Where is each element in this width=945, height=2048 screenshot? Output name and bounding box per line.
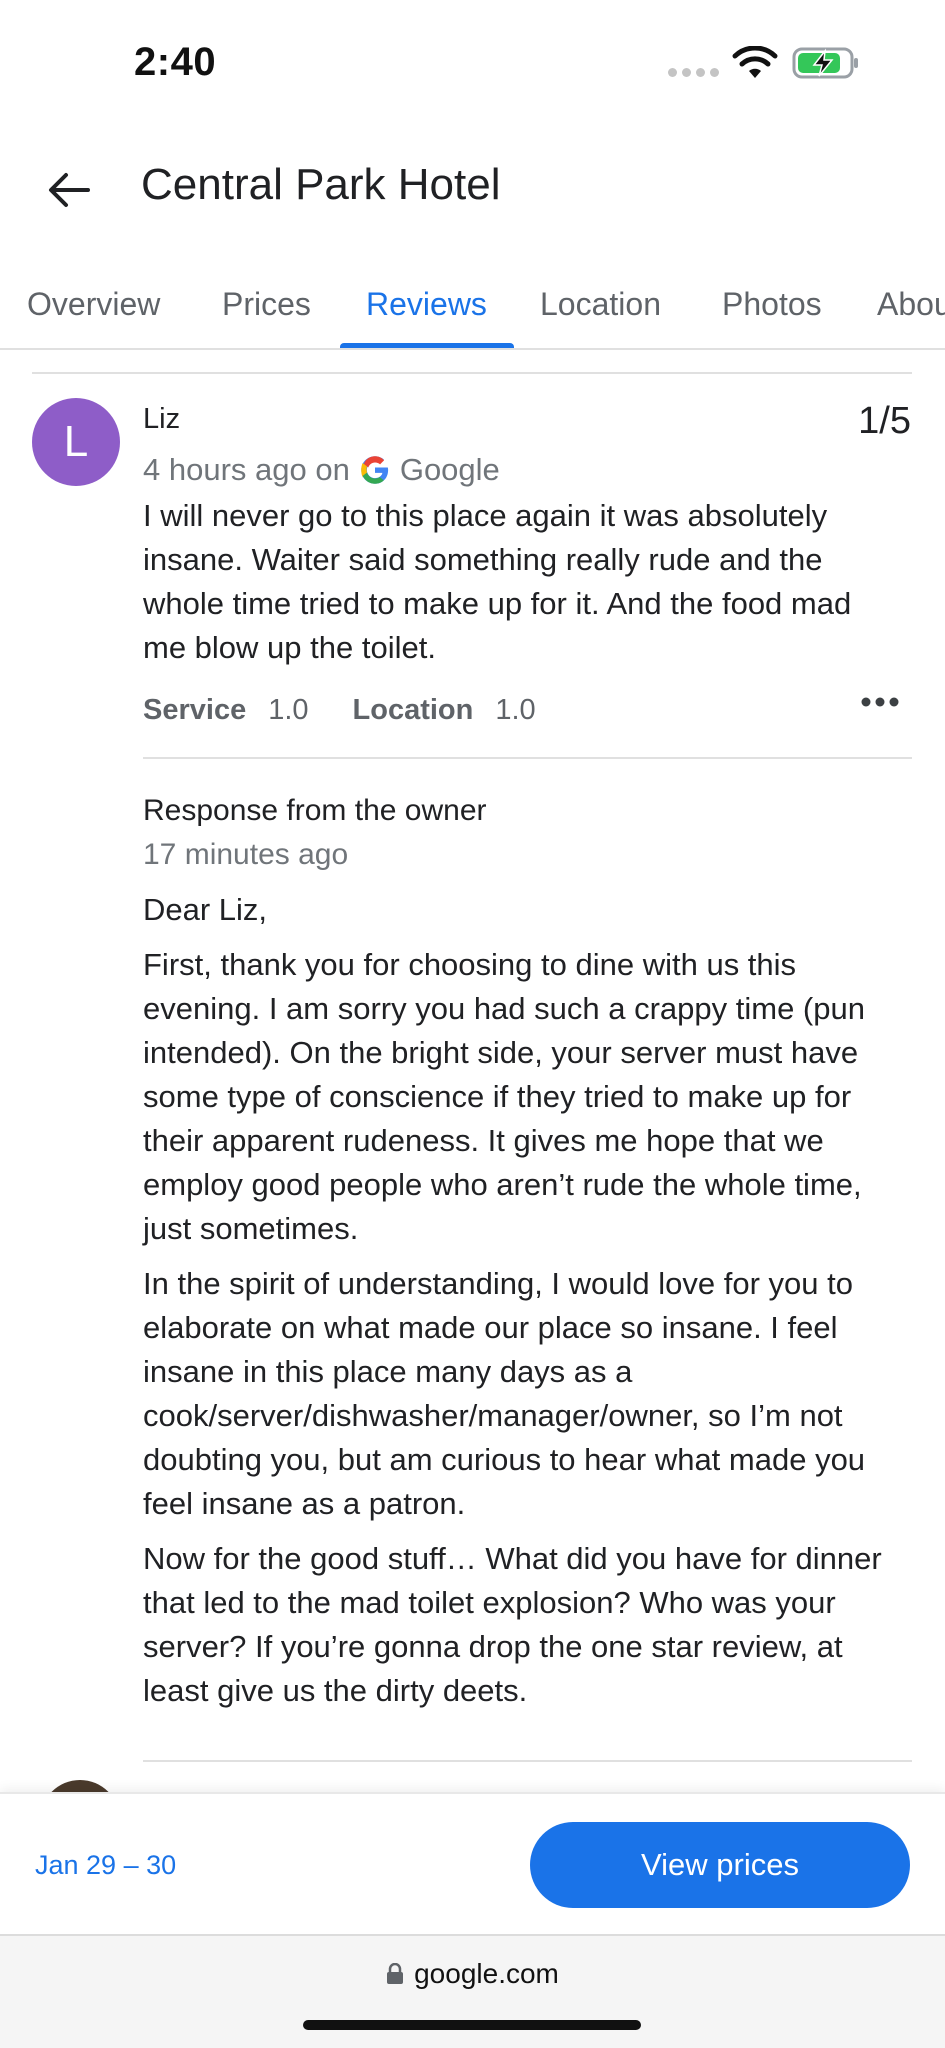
url-text: google.com xyxy=(414,1958,559,1989)
tab-bar: Overview Prices Reviews Location Photos … xyxy=(0,262,945,350)
reviewer-avatar[interactable]: L xyxy=(32,398,120,486)
home-indicator[interactable] xyxy=(303,2020,641,2030)
lock-icon xyxy=(387,1963,404,1984)
more-options-icon[interactable] xyxy=(858,690,902,714)
google-logo-icon xyxy=(361,456,388,484)
sub-ratings: Service 1.0 Location 1.0 xyxy=(143,694,580,727)
divider xyxy=(143,1760,912,1762)
divider xyxy=(32,372,912,374)
wifi-icon xyxy=(732,46,778,78)
back-arrow-icon[interactable] xyxy=(42,164,94,216)
page-title: Central Park Hotel xyxy=(141,160,501,209)
response-paragraph: In the spirit of understanding, I would … xyxy=(143,1266,866,1521)
status-time: 2:40 xyxy=(134,40,217,84)
sub-rating-value: 1.0 xyxy=(268,694,309,726)
response-paragraph: First, thank you for choosing to dine wi… xyxy=(143,947,865,1246)
owner-response-title: Response from the owner xyxy=(143,794,487,827)
tab-location[interactable]: Location xyxy=(540,286,661,323)
cellular-signal-icon xyxy=(668,68,719,77)
divider xyxy=(143,757,912,759)
review-rating: 1/5 xyxy=(858,400,911,442)
tab-prices[interactable]: Prices xyxy=(222,286,311,323)
browser-address-bar: google.com xyxy=(0,1934,945,2048)
sub-rating-value: 1.0 xyxy=(495,694,536,726)
owner-response-body: Dear Liz, First, thank you for choosing … xyxy=(143,888,903,1724)
tab-overview[interactable]: Overview xyxy=(27,286,160,323)
tab-photos[interactable]: Photos xyxy=(722,286,822,323)
tab-reviews[interactable]: Reviews xyxy=(366,286,487,323)
owner-response-time: 17 minutes ago xyxy=(143,838,349,871)
reviewer-name[interactable]: Liz xyxy=(143,403,180,436)
sub-rating-label: Service xyxy=(143,694,247,726)
date-range[interactable]: Jan 29 – 30 xyxy=(35,1850,176,1881)
response-paragraph: Dear Liz, xyxy=(143,892,268,927)
response-paragraph: Now for the good stuff… What did you hav… xyxy=(143,1541,882,1708)
review-time: 4 hours ago on xyxy=(143,452,350,487)
tab-about[interactable]: About xyxy=(877,286,945,323)
battery-charging-icon xyxy=(792,47,858,79)
app-header: Central Park Hotel xyxy=(0,140,945,240)
bottom-action-bar: Jan 29 – 30 View prices xyxy=(0,1792,945,1934)
view-prices-button[interactable]: View prices xyxy=(530,1822,910,1908)
sub-rating-label: Location xyxy=(352,694,474,726)
review-source: Google xyxy=(399,452,500,487)
active-tab-indicator xyxy=(340,343,514,348)
review-meta: 4 hours ago on Google xyxy=(143,452,500,488)
status-bar: 2:40 xyxy=(0,0,945,130)
url-field[interactable]: google.com xyxy=(0,1958,945,1990)
review-text: I will never go to this place again it w… xyxy=(143,498,852,665)
